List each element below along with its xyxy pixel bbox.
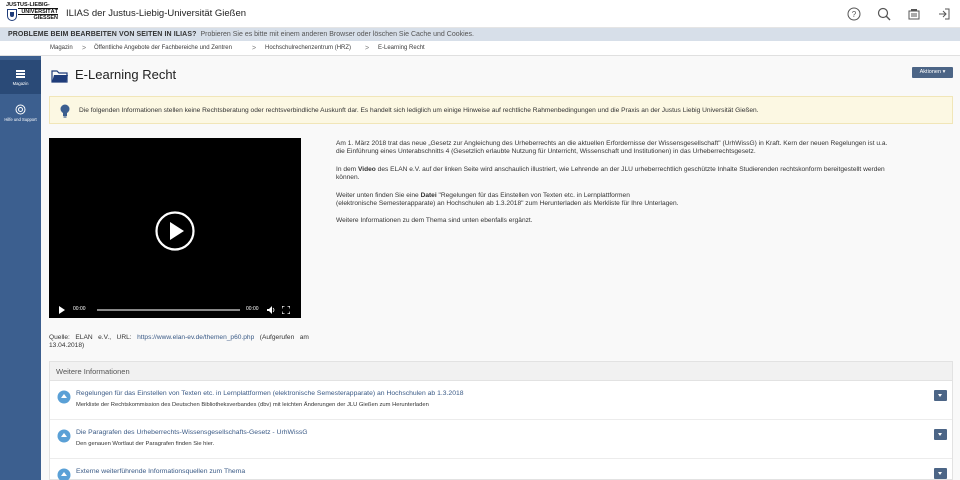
video-player[interactable]: 00:00 00:00 — [49, 138, 301, 318]
paragraph-3-line2: (elektronische Semesterapparate) an Hoch… — [336, 200, 679, 208]
warning-message: Probieren Sie es bitte mit einem anderen… — [200, 31, 475, 38]
breadcrumb-angebote[interactable]: Öffentliche Angebote der Fachbereiche un… — [94, 41, 232, 56]
item-icon — [57, 429, 71, 443]
list-item: Externe weiterführende Informationsquell… — [50, 460, 952, 480]
breadcrumb-hrz[interactable]: Hochschulrechenzentrum (HRZ) — [265, 41, 351, 56]
content-area: E-Learning Recht Aktionen ▾ Die folgende… — [41, 56, 960, 480]
video-controls: 00:00 00:00 — [49, 302, 301, 318]
mainbar: Magazin Hilfe und Support — [0, 56, 41, 480]
help-support-icon — [15, 104, 26, 115]
info-box: Die folgenden Informationen stellen kein… — [49, 96, 953, 124]
paragraph-2-bold: Video — [358, 165, 376, 173]
fullscreen-icon[interactable] — [282, 306, 290, 314]
paragraph-1: Am 1. März 2018 trat das neue „Gesetz zu… — [336, 140, 952, 157]
university-logo[interactable]: JUSTUS-LIEBIG- UNIVERSITÄT GIESSEN — [6, 2, 58, 26]
page-title: E-Learning Recht — [75, 67, 177, 82]
paragraph-2-pre: In dem — [336, 165, 358, 173]
item-actions-button[interactable] — [934, 390, 947, 401]
notifications-icon[interactable] — [906, 6, 922, 22]
chevron-right-icon: > — [82, 45, 87, 52]
item-title[interactable]: Regelungen für das Einstellen von Texten… — [76, 390, 464, 397]
source-date: 13.04.2018) — [49, 342, 85, 350]
item-description: Merkliste der Rechtskommission des Deuts… — [76, 402, 429, 408]
warning-bar: PROBLEME BEIM BEARBEITEN VON SEITEN IN I… — [0, 28, 960, 41]
info-text: Die folgenden Informationen stellen kein… — [79, 107, 759, 114]
paragraph-2-line2: können. — [336, 174, 360, 182]
paragraph-2: In dem Video des ELAN e.V. auf der linke… — [336, 166, 952, 183]
paragraph-4: Weitere Informationen zu dem Thema sind … — [336, 217, 533, 225]
breadcrumb-current[interactable]: E-Learning Recht — [378, 41, 425, 56]
item-description: Den genauen Wortlaut der Paragrafen find… — [76, 441, 215, 447]
article-text: Am 1. März 2018 trat das neue „Gesetz zu… — [336, 140, 952, 235]
chevron-right-icon: > — [252, 45, 257, 52]
search-icon[interactable] — [876, 6, 892, 22]
paragraph-3: Weiter unten finden Sie eine Datei "Rege… — [336, 192, 952, 209]
play-small-icon[interactable] — [58, 306, 66, 314]
further-info-panel: Weitere Informationen Regelungen für das… — [49, 361, 953, 480]
seal-icon — [7, 9, 17, 21]
app-title[interactable]: ILIAS der Justus-Liebig-Universität Gieß… — [66, 8, 246, 19]
item-title[interactable]: Externe weiterführende Informationsquell… — [76, 468, 245, 475]
breadcrumb-magazin[interactable]: Magazin — [50, 41, 73, 56]
seek-bar[interactable] — [97, 309, 240, 311]
help-icon[interactable]: ? — [846, 6, 862, 22]
source-suffix: (Aufgerufen am — [254, 334, 309, 341]
source-link[interactable]: https://www.elan-ev.de/themen_p60.php — [137, 334, 254, 341]
header: JUSTUS-LIEBIG- UNIVERSITÄT GIESSEN ILIAS… — [0, 0, 960, 28]
paragraph-3-bold: Datei — [420, 191, 437, 199]
source-prefix: Quelle: ELAN e.V., URL: — [49, 334, 138, 341]
source-note: Quelle: ELAN e.V., URL: https://www.elan… — [49, 334, 339, 351]
item-title[interactable]: Die Paragrafen des Urheberrechts-Wissens… — [76, 429, 308, 436]
mainbar-label: Hilfe und Support — [4, 117, 37, 122]
item-icon — [57, 390, 71, 404]
breadcrumb: Magazin > Öffentliche Angebote der Fachb… — [0, 41, 960, 56]
actions-button[interactable]: Aktionen ▾ — [912, 67, 953, 78]
repository-icon — [16, 70, 25, 78]
item-actions-button[interactable] — [934, 468, 947, 479]
paragraph-3-pre: Weiter unten finden Sie eine — [336, 191, 421, 199]
logo-line3: GIESSEN — [18, 14, 58, 21]
item-actions-button[interactable] — [934, 429, 947, 440]
warning-label: PROBLEME BEIM BEARBEITEN VON SEITEN IN I… — [8, 31, 197, 38]
item-icon — [57, 468, 71, 480]
total-time: 00:00 — [246, 306, 259, 312]
list-item: Regelungen für das Einstellen von Texten… — [50, 382, 952, 420]
play-icon[interactable] — [155, 211, 195, 251]
list-item: Die Paragrafen des Urheberrechts-Wissens… — [50, 421, 952, 459]
paragraph-3-post: "Regelungen für das Einstellen von Texte… — [436, 191, 630, 199]
paragraph-1-line2: die Einführung eines Unterabschnitts 4 (… — [336, 148, 756, 156]
lightbulb-icon — [60, 104, 70, 118]
panel-title: Weitere Informationen — [56, 367, 130, 376]
mainbar-magazin[interactable]: Magazin — [0, 60, 41, 94]
logout-icon[interactable] — [936, 6, 952, 22]
paragraph-2-post: des ELAN e.V. auf der linken Seite wird … — [375, 165, 885, 173]
svg-text:?: ? — [852, 10, 857, 19]
panel-header: Weitere Informationen — [50, 362, 952, 381]
chevron-right-icon: > — [365, 45, 370, 52]
current-time: 00:00 — [73, 306, 86, 312]
mainbar-help[interactable]: Hilfe und Support — [0, 96, 41, 130]
volume-icon[interactable] — [267, 306, 275, 314]
paragraph-1-line1: Am 1. März 2018 trat das neue „Gesetz zu… — [336, 140, 888, 147]
folder-icon — [51, 70, 68, 83]
mainbar-label: Magazin — [12, 81, 29, 86]
